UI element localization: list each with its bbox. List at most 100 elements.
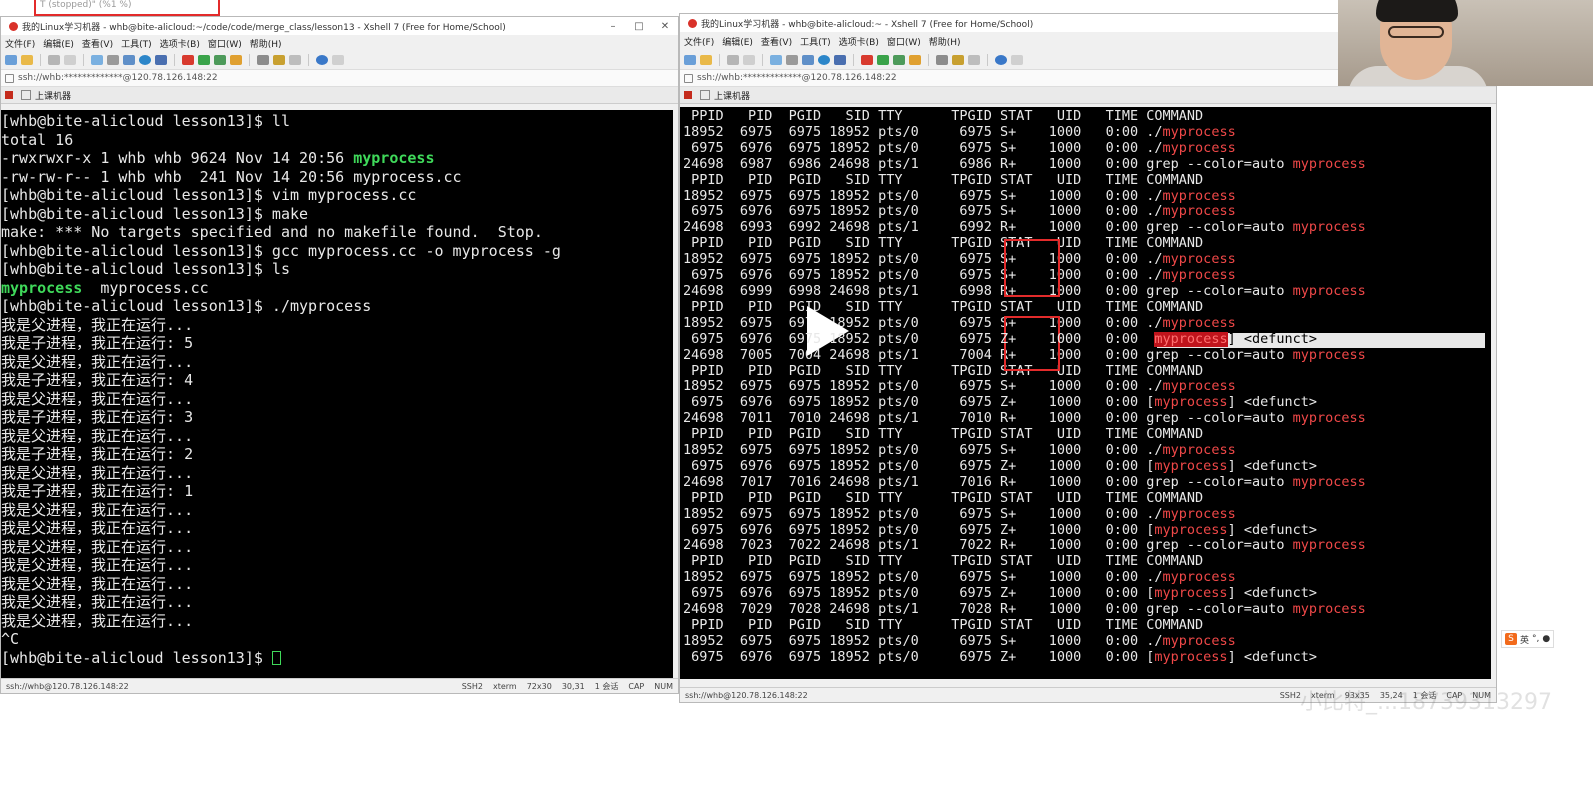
terminal-line: 24698 7011 7010 24698 pts/1 7010 R+ 1000… [683,411,1491,427]
open-folder-icon[interactable] [700,55,712,65]
right-menu-item[interactable]: 文件(F) [684,35,714,48]
highlighted-match: myprocess [1154,331,1228,347]
terminal-line: [whb@bite-alicloud lesson13]$ ls [1,260,673,279]
left-menu-item[interactable]: 工具(T) [121,37,152,50]
sogou-icon[interactable]: S [1505,633,1517,645]
copy-icon[interactable] [91,55,103,65]
terminal-text: myprocess.cc [82,278,209,297]
terminal-line: 18952 6975 6975 18952 pts/0 6975 S+ 1000… [683,316,1491,332]
disconnect-icon[interactable] [64,55,76,65]
properties-icon[interactable] [123,55,135,65]
terminal-text: ] <defunct> [1227,458,1317,474]
xshell-logo-icon [688,18,697,28]
fullscreen-icon[interactable] [214,55,226,65]
left-menu-item[interactable]: 编辑(E) [43,37,74,50]
left-menu-item[interactable]: 文件(F) [5,37,35,50]
xmanager-icon[interactable] [198,55,210,65]
punctuation-icon[interactable]: °, [1532,634,1539,644]
help-icon[interactable] [316,55,328,65]
font-icon[interactable] [155,55,167,65]
terminal-text: ^C [1,630,20,648]
terminal-text: PPID PID PGID SID TTY TPGID STAT UID TIM… [683,236,1204,252]
new-session-icon[interactable] [5,55,17,65]
compose-icon[interactable] [289,55,301,65]
search-icon[interactable] [786,55,798,65]
highlighted-match: myprocess [1162,570,1236,586]
terminal-text: 我是父进程，我正在运行... [1,593,194,611]
bookmark-icon[interactable] [684,91,692,99]
microphone-icon[interactable]: ● [1542,634,1550,644]
terminal-line: 6975 6976 6975 18952 pts/0 6975 Z+ 1000 … [683,459,1491,475]
terminal-line: PPID PID PGID SID TTY TPGID STAT UID TIM… [683,618,1491,634]
compose-icon[interactable] [968,55,980,65]
right-menu-item[interactable]: 工具(T) [800,35,831,48]
ime-mode-label[interactable]: 英 [1520,633,1529,646]
minimize-icon[interactable]: – [600,21,626,32]
right-menu-item[interactable]: 选项卡(B) [839,35,879,48]
highlighted-match: myprocess [1162,252,1236,268]
close-icon[interactable]: ✕ [652,21,678,32]
terminal-line: 24698 6987 6986 24698 pts/1 6986 R+ 1000… [683,157,1491,173]
chat-icon[interactable] [332,55,344,65]
left-address-bar[interactable]: ssh://whb:*************@120.78.126.148:2… [1,69,678,87]
lock-icon[interactable] [230,55,242,65]
left-status-sessions[interactable]: 1 会话 [590,681,624,692]
left-terminal[interactable]: [whb@bite-alicloud lesson13]$ ll total 16… [1,110,673,682]
terminal-text: 24698 6987 6986 24698 pts/1 6986 R+ 1000… [683,156,1293,172]
new-session-icon[interactable] [684,55,696,65]
disconnect-icon[interactable] [743,55,755,65]
right-menu-item[interactable]: 编辑(E) [722,35,753,48]
terminal-line: 24698 7023 7022 24698 pts/1 7022 R+ 1000… [683,538,1491,554]
terminal-text: 6975 6976 6975 18952 pts/0 6975 Z+ 1000 … [683,522,1155,538]
lock-icon[interactable] [909,55,921,65]
font-icon[interactable] [834,55,846,65]
terminal-text: 18952 6975 6975 18952 pts/0 6975 S+ 1000… [683,570,1163,586]
terminal-text: 6975 6976 6975 18952 pts/0 6975 Z+ 1000 … [683,395,1155,411]
left-session-tab[interactable]: 上课机器 [35,89,71,102]
right-menu-item[interactable]: 帮助(H) [929,35,961,48]
terminal-line: 18952 6975 6975 18952 pts/0 6975 S+ 1000… [683,125,1491,141]
terminal-line: total 16 [1,131,673,150]
right-menu-item[interactable]: 窗口(W) [887,35,921,48]
xftp-icon[interactable] [861,55,873,65]
globe-icon[interactable] [818,55,830,65]
terminal-line: make: *** No targets specified and no ma… [1,223,673,242]
left-menu-item[interactable]: 窗口(W) [208,37,242,50]
fullscreen-icon[interactable] [893,55,905,65]
search-icon[interactable] [107,55,119,65]
script-icon[interactable] [952,55,964,65]
link-icon[interactable] [48,55,60,65]
right-terminal[interactable]: PPID PID PGID SID TTY TPGID STAT UID TIM… [680,107,1491,679]
ime-toolbar[interactable]: S 英 °, ● [1501,630,1555,648]
left-menu-item[interactable]: 选项卡(B) [160,37,200,50]
keyboard-icon[interactable] [257,55,269,65]
highlighted-match: myprocess [1162,315,1236,331]
left-menu-item[interactable]: 帮助(H) [250,37,282,50]
left-menu-item[interactable]: 查看(V) [82,37,113,50]
right-session-tab[interactable]: 上课机器 [714,89,750,102]
xftp-icon[interactable] [182,55,194,65]
globe-icon[interactable] [139,55,151,65]
terminal-text: 24698 6993 6992 24698 pts/1 6992 R+ 1000… [683,220,1293,236]
terminal-text: 我是父进程，我正在运行... [1,574,194,593]
terminal-text: PPID PID PGID SID TTY TPGID STAT UID TIM… [683,554,1204,570]
terminal-text: PPID PID PGID SID TTY TPGID STAT UID TIM… [683,427,1204,443]
open-folder-icon[interactable] [21,55,33,65]
terminal-text: 6975 6976 6975 18952 pts/0 6975 Z+ 1000 … [683,586,1155,602]
right-xshell-window: 我的Linux学习机器 - whb@bite-alicloud:~ - Xshe… [679,13,1497,703]
link-icon[interactable] [727,55,739,65]
properties-icon[interactable] [802,55,814,65]
terminal-line: [whb@bite-alicloud lesson13]$ ll [1,112,673,131]
bookmark-icon[interactable] [5,91,13,99]
copy-icon[interactable] [770,55,782,65]
script-icon[interactable] [273,55,285,65]
terminal-text: 我是父进程，我正在运行... [1,611,194,630]
left-title-bar[interactable]: 我的Linux学习机器 - whb@bite-alicloud:~/code/c… [1,17,678,35]
maximize-icon[interactable]: □ [626,21,652,32]
keyboard-icon[interactable] [936,55,948,65]
xmanager-icon[interactable] [877,55,889,65]
help-icon[interactable] [995,55,1007,65]
left-xshell-window: 我的Linux学习机器 - whb@bite-alicloud:~/code/c… [0,16,679,694]
chat-icon[interactable] [1011,55,1023,65]
right-menu-item[interactable]: 查看(V) [761,35,792,48]
